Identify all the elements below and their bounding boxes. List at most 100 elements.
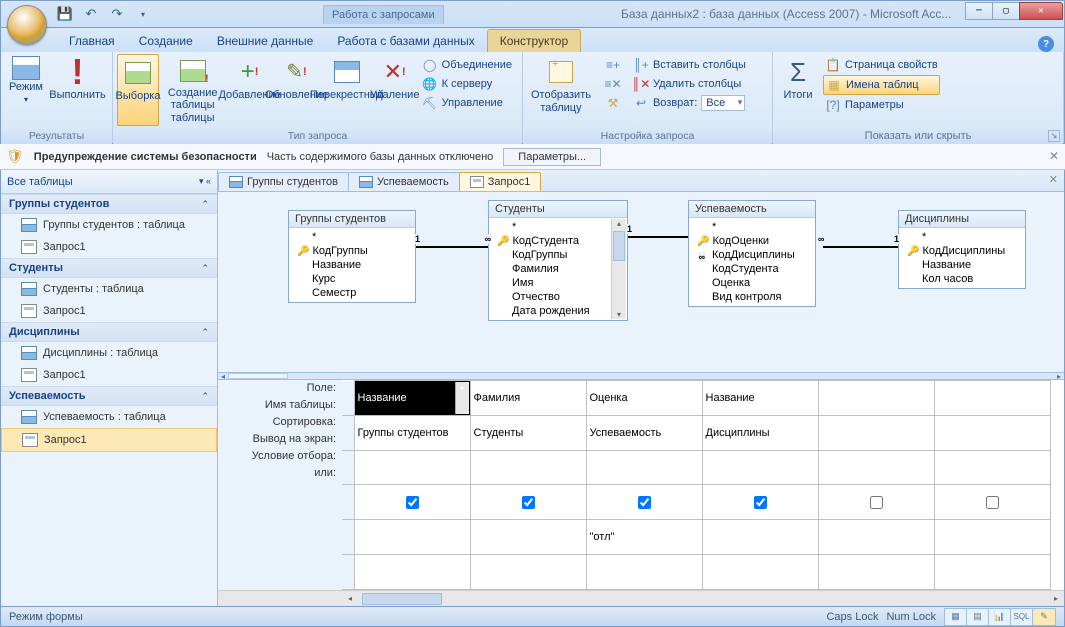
office-button[interactable] <box>7 5 47 45</box>
insert-rows-button[interactable]: ≡+ <box>603 56 623 74</box>
field-item[interactable]: * <box>693 220 811 234</box>
join-line[interactable]: 1∞ <box>628 236 688 238</box>
tab-home[interactable]: Главная <box>57 30 127 52</box>
union-button[interactable]: ◯Объединение <box>420 56 514 74</box>
grid-cell[interactable] <box>934 520 1050 555</box>
table-box-groups[interactable]: Группы студентов *🔑КодГруппыНазваниеКурс… <box>288 210 416 303</box>
qat-customize-icon[interactable]: ▾ <box>133 4 153 24</box>
delete-button[interactable]: ✕! Удаление <box>374 54 416 126</box>
security-options-button[interactable]: Параметры... <box>503 148 601 166</box>
nav-item[interactable]: Успеваемость : таблица <box>1 406 217 428</box>
grid-cell[interactable]: Оценка <box>586 381 702 416</box>
field-item[interactable]: Название <box>903 258 1021 272</box>
field-item[interactable]: КодДисциплины <box>693 248 811 262</box>
grid-cell[interactable] <box>470 520 586 555</box>
field-item[interactable]: * <box>493 220 623 234</box>
grid-cell[interactable] <box>702 450 818 485</box>
crosstab-button[interactable]: Перекрестный <box>320 54 374 126</box>
grid-cell[interactable]: Фамилия <box>470 381 586 416</box>
run-button[interactable]: ! Выполнить <box>47 54 108 126</box>
grid-cell[interactable] <box>470 450 586 485</box>
passthrough-button[interactable]: 🌐К серверу <box>420 75 514 93</box>
tablenames-button[interactable]: ▦Имена таблиц <box>823 75 940 95</box>
table-box-students[interactable]: Студенты *🔑КодСтудентаКодГруппыФамилияИм… <box>488 200 628 321</box>
nav-group-header[interactable]: Студенты⌃ <box>1 258 217 278</box>
group-launcher-icon[interactable]: ↘ <box>1048 130 1060 142</box>
grid-cell[interactable] <box>586 555 702 590</box>
tab-create[interactable]: Создание <box>127 30 205 52</box>
datadef-button[interactable]: ⛏Управление <box>420 94 514 112</box>
qat-redo-icon[interactable]: ↷ <box>107 4 127 24</box>
grid-cell[interactable] <box>934 555 1050 590</box>
nav-header[interactable]: Все таблицы▾ « <box>1 170 217 194</box>
field-item[interactable]: Отчество <box>493 290 623 304</box>
view-design[interactable]: ✎ <box>1033 609 1055 625</box>
grid-cell[interactable] <box>934 450 1050 485</box>
close-button[interactable]: ✕ <box>1019 2 1063 20</box>
grid-cell[interactable]: Название▾ <box>354 381 470 416</box>
maximize-button[interactable]: ▢ <box>992 2 1020 20</box>
view-datasheet[interactable]: ▦ <box>945 609 967 625</box>
nav-item[interactable]: Группы студентов : таблица <box>1 214 217 236</box>
field-item[interactable]: Кол часов <box>903 272 1021 286</box>
view-pivottable[interactable]: ▤ <box>967 609 989 625</box>
grid-cell[interactable] <box>586 450 702 485</box>
nav-group-header[interactable]: Успеваемость⌃ <box>1 386 217 406</box>
doc-tab-query1[interactable]: Запрос1 <box>459 172 542 191</box>
return-control[interactable]: ↩Возврат: Все <box>631 94 748 112</box>
grid-cell[interactable] <box>354 555 470 590</box>
grid-cell[interactable]: Успеваемость <box>586 415 702 450</box>
field-item[interactable]: Дата рождения <box>493 304 623 318</box>
grid-cell[interactable] <box>702 485 818 520</box>
grid-cell[interactable]: Название <box>702 381 818 416</box>
view-pivotchart[interactable]: 📊 <box>989 609 1011 625</box>
view-button[interactable]: Режим▾ <box>5 54 47 126</box>
field-item[interactable]: Имя <box>493 276 623 290</box>
nav-group-header[interactable]: Группы студентов⌃ <box>1 194 217 214</box>
nav-item[interactable]: Запрос1 <box>1 236 217 258</box>
builder-button[interactable]: ⚒ <box>603 94 623 112</box>
join-line[interactable]: ∞1 <box>823 246 898 248</box>
doc-tab-groups[interactable]: Группы студентов <box>218 172 349 191</box>
grid-cell[interactable] <box>934 381 1050 416</box>
tab-design[interactable]: Конструктор <box>487 29 581 52</box>
field-item[interactable]: Вид контроля <box>693 290 811 304</box>
help-icon[interactable]: ? <box>1038 36 1054 52</box>
query-grid[interactable]: Поле:Имя таблицы:Сортировка:Вывод на экр… <box>218 380 1064 590</box>
show-checkbox[interactable] <box>754 496 767 509</box>
tab-dbtools[interactable]: Работа с базами данных <box>325 30 486 52</box>
nav-item[interactable]: Студенты : таблица <box>1 278 217 300</box>
show-checkbox[interactable] <box>522 496 535 509</box>
field-item[interactable]: 🔑КодГруппы <box>293 244 411 258</box>
select-query-button[interactable]: Выборка <box>117 54 159 126</box>
show-checkbox[interactable] <box>986 496 999 509</box>
dropdown-icon[interactable]: ▾ <box>455 382 469 414</box>
propsheet-button[interactable]: 📋Страница свойств <box>823 56 940 74</box>
grid-cell[interactable]: Дисциплины <box>702 415 818 450</box>
grid-cell[interactable] <box>470 555 586 590</box>
security-close-icon[interactable]: ✕ <box>1049 149 1059 163</box>
query-designer[interactable]: Группы студентов *🔑КодГруппыНазваниеКурс… <box>218 192 1064 372</box>
field-item[interactable]: Семестр <box>293 286 411 300</box>
grid-cell[interactable] <box>354 520 470 555</box>
grid-hscroll[interactable]: ◂▸ <box>218 590 1064 606</box>
field-item[interactable]: Фамилия <box>493 262 623 276</box>
grid-cell[interactable] <box>702 520 818 555</box>
qat-save-icon[interactable]: 💾 <box>55 4 75 24</box>
tab-external[interactable]: Внешние данные <box>205 30 326 52</box>
field-item[interactable]: КодГруппы <box>493 248 623 262</box>
table-box-disciplines[interactable]: Дисциплины *🔑КодДисциплиныНазваниеКол ча… <box>898 210 1026 289</box>
grid-cell[interactable] <box>586 485 702 520</box>
minimize-button[interactable]: ─ <box>965 2 993 20</box>
field-item[interactable]: * <box>903 230 1021 244</box>
nav-item[interactable]: Запрос1 <box>1 300 217 322</box>
grid-cell[interactable] <box>934 415 1050 450</box>
totals-button[interactable]: Σ Итоги <box>777 54 819 126</box>
designer-hscroll[interactable]: ◂▸ <box>218 372 1064 380</box>
grid-cell[interactable] <box>818 555 934 590</box>
insert-cols-button[interactable]: ║+Вставить столбцы <box>631 56 748 74</box>
nav-header-dropdown-icon[interactable]: ▾ « <box>199 176 211 187</box>
return-dropdown[interactable]: Все <box>701 95 745 111</box>
field-item[interactable]: 🔑КодОценки <box>693 234 811 248</box>
grid-cell[interactable] <box>818 415 934 450</box>
